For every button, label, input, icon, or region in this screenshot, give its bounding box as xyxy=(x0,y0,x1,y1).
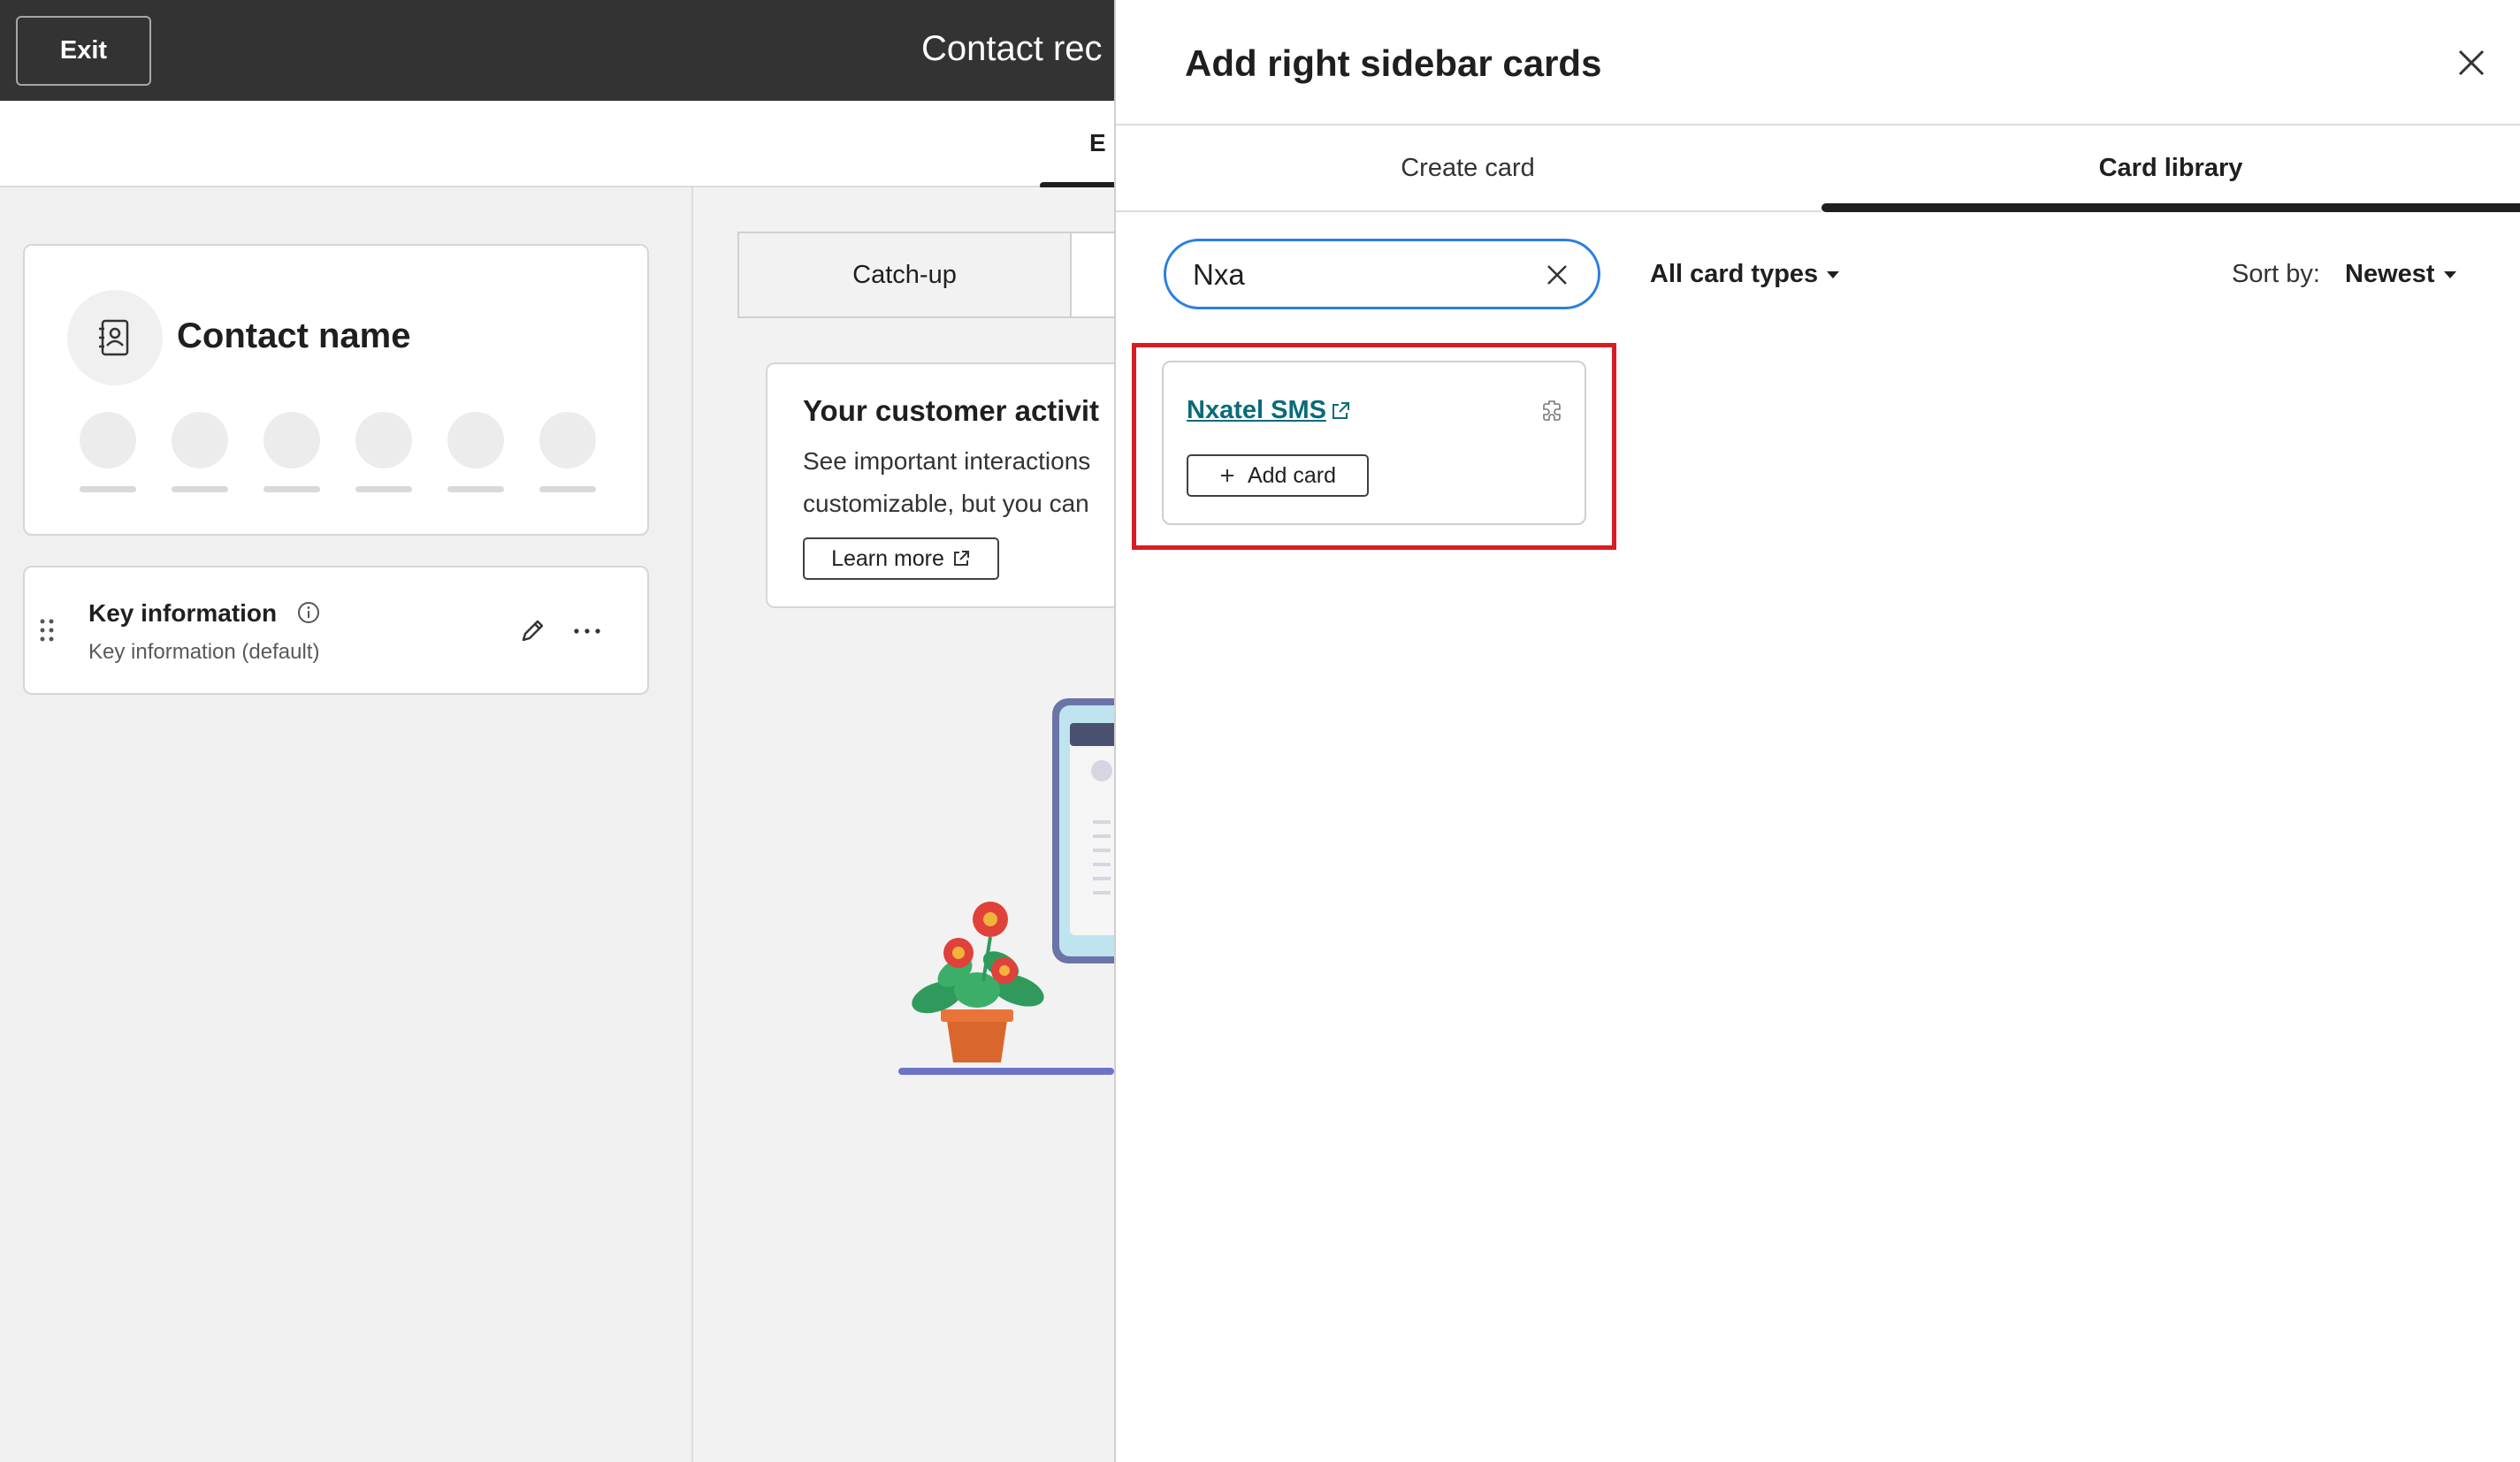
card-result-link[interactable]: Nxatel SMS xyxy=(1187,396,1351,425)
pencil-icon[interactable] xyxy=(516,615,548,647)
learn-more-button[interactable]: Learn more xyxy=(803,537,999,580)
flower-pot-illustration xyxy=(898,698,1114,1075)
placeholder-label-4 xyxy=(355,486,412,492)
activity-text-line-1: See important interactions xyxy=(803,447,1091,475)
placeholder-action-5 xyxy=(447,412,504,468)
placeholder-action-2 xyxy=(172,412,228,468)
drag-handle-icon[interactable] xyxy=(37,617,58,643)
placeholder-label-5 xyxy=(447,486,504,492)
editor-tab-partial[interactable]: E xyxy=(1089,129,1106,157)
close-icon[interactable] xyxy=(2453,44,2490,81)
placeholder-label-2 xyxy=(172,486,228,492)
chevron-down-icon xyxy=(2443,270,2456,278)
app-puzzle-icon xyxy=(1543,400,1561,421)
add-card-label: Add card xyxy=(1247,462,1337,488)
add-sidebar-cards-panel: Add right sidebar cards Create card Card… xyxy=(1114,0,2520,1462)
activity-text-line-2: customizable, but you can xyxy=(803,490,1089,517)
placeholder-label-6 xyxy=(539,486,596,492)
contact-avatar xyxy=(67,290,163,385)
external-link-icon xyxy=(953,551,969,566)
clear-search-icon[interactable] xyxy=(1543,261,1571,289)
key-information-title: Key information xyxy=(88,599,278,627)
tab-baseline xyxy=(1116,210,1821,212)
exit-button[interactable]: Exit xyxy=(16,16,151,86)
key-information-subtitle: Key information (default) xyxy=(88,640,320,664)
panel-title: Add right sidebar cards xyxy=(1185,42,1602,84)
card-type-filter-label: All card types xyxy=(1650,260,1819,288)
tab-catch-up[interactable]: Catch-up xyxy=(737,232,1072,318)
learn-more-label: Learn more xyxy=(831,545,944,571)
tab-card-library[interactable]: Card library xyxy=(1820,126,2520,210)
sort-dropdown[interactable]: Newest xyxy=(2345,260,2456,289)
placeholder-action-3 xyxy=(263,412,320,468)
active-tab-indicator xyxy=(1821,203,2520,212)
placeholder-label-3 xyxy=(263,486,320,492)
contact-book-icon xyxy=(99,319,129,356)
placeholder-action-4 xyxy=(355,412,412,468)
external-link-icon xyxy=(1332,401,1349,419)
placeholder-action-1 xyxy=(80,412,136,468)
plus-icon xyxy=(1220,469,1233,482)
tab-create-card[interactable]: Create card xyxy=(1116,126,1820,210)
sort-value: Newest xyxy=(2345,260,2435,288)
editor-subbar xyxy=(0,101,1114,187)
key-information-card[interactable]: Key information Key information (default… xyxy=(23,566,649,695)
chevron-down-icon xyxy=(1827,270,1840,278)
info-icon[interactable] xyxy=(297,601,320,624)
more-options-icon[interactable] xyxy=(569,615,605,647)
tab-partial[interactable] xyxy=(1070,232,1114,318)
search-box[interactable] xyxy=(1164,239,1600,309)
customer-activity-card: Your customer activit See important inte… xyxy=(766,362,1114,608)
add-card-button[interactable]: Add card xyxy=(1187,454,1369,497)
activity-title: Your customer activit xyxy=(803,394,1099,427)
card-result-item: Nxatel SMS Add card xyxy=(1162,361,1586,525)
sort-label: Sort by: xyxy=(2232,260,2320,288)
contact-name: Contact name xyxy=(177,316,411,355)
card-result-name: Nxatel SMS xyxy=(1187,396,1326,424)
placeholder-label-1 xyxy=(80,486,136,492)
contact-header-card: Contact name xyxy=(23,244,649,536)
editor-title: Contact rec xyxy=(921,29,1103,68)
card-type-filter-dropdown[interactable]: All card types xyxy=(1650,260,1840,289)
placeholder-action-6 xyxy=(539,412,596,468)
search-input[interactable] xyxy=(1193,254,1529,296)
